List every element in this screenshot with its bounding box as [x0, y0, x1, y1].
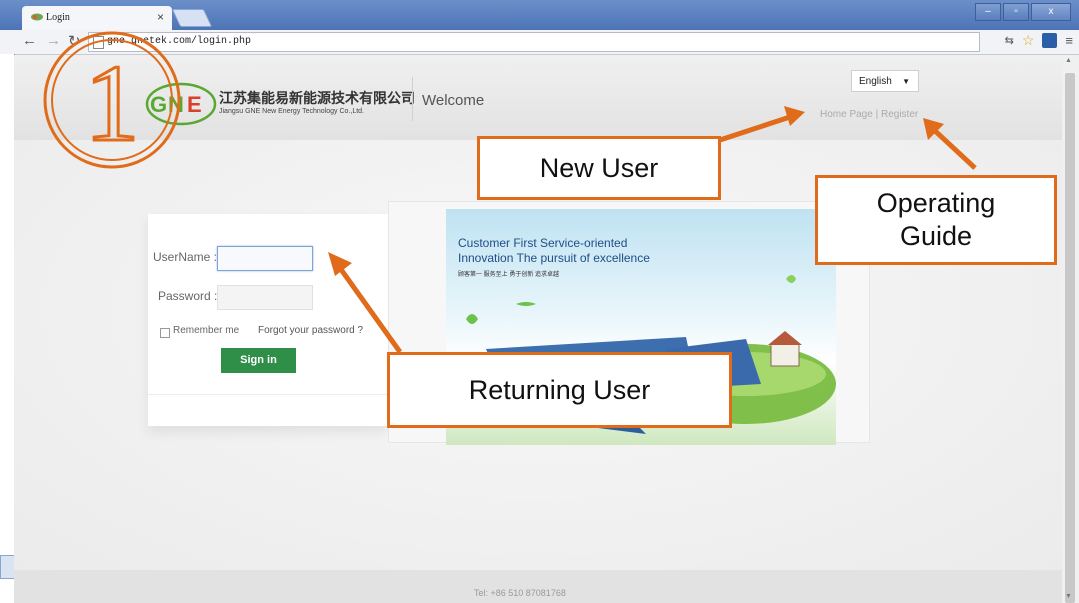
- operating-guide-callout: Operating Guide: [815, 175, 1057, 265]
- remember-me-label: Remember me: [173, 325, 240, 336]
- bookmark-star-icon[interactable]: ☆: [1022, 32, 1035, 49]
- logo-text-n: N: [168, 92, 184, 117]
- site-header: G N E 江苏集能易新能源技术有限公司 Jiangsu GNE New Ene…: [14, 55, 1062, 140]
- welcome-text: Welcome: [422, 92, 485, 109]
- home-page-link[interactable]: Home Page: [820, 109, 873, 120]
- back-arrow-icon[interactable]: ←: [22, 32, 37, 49]
- header-divider: [412, 77, 413, 121]
- company-name-cn: 江苏集能易新能源技术有限公司: [219, 90, 415, 106]
- vertical-scrollbar[interactable]: ▲ ▼: [1062, 55, 1079, 603]
- tab-title: Login: [46, 12, 70, 23]
- banner-box: Customer First Service-oriented Innovati…: [388, 201, 870, 471]
- tab-close-icon[interactable]: ×: [157, 10, 164, 24]
- restore-button[interactable]: ▫: [1003, 3, 1029, 21]
- company-name-en: Jiangsu GNE New Energy Technology Co.,Lt…: [219, 108, 365, 115]
- site-favicon-icon: [31, 13, 43, 21]
- site-footer: Tel: +86 510 87081768: [14, 570, 1062, 603]
- footer-phone: Tel: +86 510 87081768: [474, 588, 566, 598]
- username-field[interactable]: [217, 246, 313, 271]
- background-window-edge: [0, 54, 15, 603]
- chevron-down-icon: ▼: [902, 77, 910, 86]
- scroll-down-icon[interactable]: ▼: [1065, 593, 1072, 600]
- username-label: UserName :: [153, 250, 218, 264]
- link-separator: |: [875, 109, 879, 120]
- reload-icon[interactable]: ↻: [68, 32, 81, 50]
- scrollbar-thumb[interactable]: [1065, 73, 1075, 603]
- forgot-password-link[interactable]: Forgot your password ?: [258, 325, 363, 336]
- login-panel: UserName : Password : Remember me Forgot…: [148, 214, 388, 426]
- new-user-callout: New User: [477, 136, 721, 200]
- password-label: Password :: [158, 289, 218, 303]
- menu-icon[interactable]: ≡: [1065, 33, 1073, 48]
- url-text: gne.gnetek.com/login.php: [107, 36, 252, 47]
- extension-icon[interactable]: [1042, 33, 1058, 48]
- remember-me-checkbox[interactable]: [160, 328, 170, 338]
- close-window-button[interactable]: x: [1031, 3, 1071, 21]
- browser-tab[interactable]: Login ×: [22, 6, 172, 30]
- scroll-up-icon[interactable]: ▲: [1065, 57, 1072, 64]
- operating-guide-line1: Operating: [876, 188, 996, 218]
- returning-user-callout: Returning User: [387, 352, 732, 428]
- minimize-button[interactable]: –: [975, 3, 1001, 21]
- gne-logo-icon: G N E: [145, 82, 217, 126]
- panel-divider: [148, 394, 388, 395]
- toolbar-right: ⇆ ☆ ≡: [1005, 32, 1073, 49]
- page-icon: [93, 36, 104, 49]
- password-field[interactable]: [217, 285, 313, 310]
- sign-in-button[interactable]: Sign in: [221, 348, 296, 373]
- browser-titlebar: Login × – ▫ x: [0, 0, 1079, 30]
- language-select[interactable]: English ▼: [851, 70, 919, 92]
- register-link[interactable]: Register: [881, 109, 918, 120]
- top-links: Home Page | Register: [820, 109, 918, 120]
- forward-arrow-icon[interactable]: →: [46, 32, 61, 49]
- operating-guide-line2: Guide: [899, 221, 973, 251]
- logo-text-g: G: [150, 92, 167, 117]
- new-tab-button[interactable]: [171, 9, 213, 27]
- address-bar[interactable]: gne.gnetek.com/login.php: [88, 32, 980, 52]
- logo-text-e: E: [187, 92, 202, 117]
- browser-toolbar: ← → ↻ gne.gnetek.com/login.php ⇆ ☆ ≡: [0, 30, 1079, 55]
- window-controls: – ▫ x: [975, 3, 1071, 21]
- translate-icon[interactable]: ⇆: [1005, 34, 1014, 47]
- language-value: English: [859, 76, 892, 87]
